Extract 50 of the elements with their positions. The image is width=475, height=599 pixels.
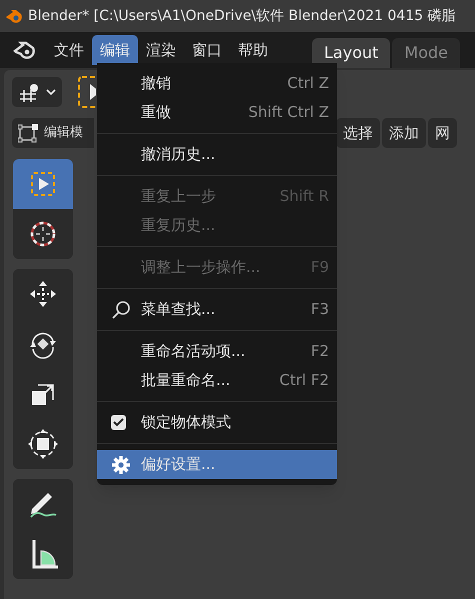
blender-logo-icon (4, 8, 24, 24)
window-title: Blender* [C:\Users\A1\OneDrive\软件 Blender\2021 0415 磷脂 (28, 6, 456, 26)
shortcut-label: F9 (310, 257, 329, 278)
workspace-tab[interactable]: Mode (392, 38, 460, 68)
menu-entry-label: 重复历史... (141, 215, 216, 236)
header-menu-button[interactable]: 网 (428, 118, 457, 148)
menu-entry[interactable]: 撤销 Ctrl Z (97, 69, 337, 98)
menu-item[interactable]: 窗口 (184, 35, 230, 65)
menu-item[interactable]: 编辑 (92, 35, 138, 65)
mode-dropdown[interactable]: 编辑模 (12, 118, 94, 148)
blender-menu-icon[interactable] (12, 40, 38, 60)
shortcut-label: F2 (310, 341, 329, 362)
menu-entry-label: 重做 (141, 102, 172, 124)
menu-item[interactable]: 文件 (46, 35, 92, 65)
menu-entry-label: 撤消历史... (141, 144, 216, 166)
editor-type-button[interactable] (12, 77, 62, 107)
header-menu-button[interactable]: 选择 (336, 118, 380, 148)
menu-entry-label: 重复上一步 (141, 186, 217, 208)
header-menu-button[interactable]: 添加 (382, 118, 426, 148)
menu-entry[interactable]: 批量重命名... Ctrl F2 (97, 366, 337, 395)
edit-mode-icon (18, 123, 40, 143)
menu-entry-label: 锁定物体模式 (141, 412, 232, 434)
select-box-icon[interactable] (78, 76, 96, 108)
search-icon (111, 300, 131, 320)
shortcut-label: Shift Ctrl Z (248, 102, 329, 124)
menu-entry-label: 重命名活动项... (141, 341, 246, 362)
workspace-tab[interactable]: Layout (312, 38, 390, 68)
checkbox[interactable] (111, 415, 126, 430)
transform-tool-icon (26, 427, 60, 461)
menu-entry-label: 偏好设置... (141, 454, 216, 476)
menu-entry[interactable]: 重做 Shift Ctrl Z (97, 98, 337, 127)
settings-icon (111, 454, 131, 474)
menu-entry[interactable]: 锁定物体模式 (97, 408, 337, 437)
menu-entry-label: 撤销 (141, 73, 172, 94)
menu-entry-label: 调整上一步操作... (141, 257, 262, 278)
menu-entry[interactable]: 菜单查找... F3 (97, 295, 337, 324)
menu-entry[interactable]: 撤消历史... (97, 140, 337, 169)
shortcut-label: Shift R (280, 186, 329, 208)
checkmark-icon (113, 418, 124, 427)
shortcut-label: Ctrl F2 (279, 370, 329, 392)
menu-item[interactable]: 渲染 (138, 35, 184, 65)
menu-entry[interactable]: 偏好设置... (97, 450, 337, 479)
menu-entry[interactable]: 重命名活动项... F2 (97, 337, 337, 366)
menu-item[interactable]: 帮助 (230, 35, 276, 65)
caret-icon (46, 88, 56, 96)
menu-entry-label: 批量重命名... (141, 370, 232, 392)
shortcut-label: F3 (310, 299, 329, 320)
menu-entry-label: 菜单查找... (141, 299, 216, 320)
shortcut-label: Ctrl Z (287, 73, 329, 94)
mode-label: 编辑模 (44, 124, 83, 142)
